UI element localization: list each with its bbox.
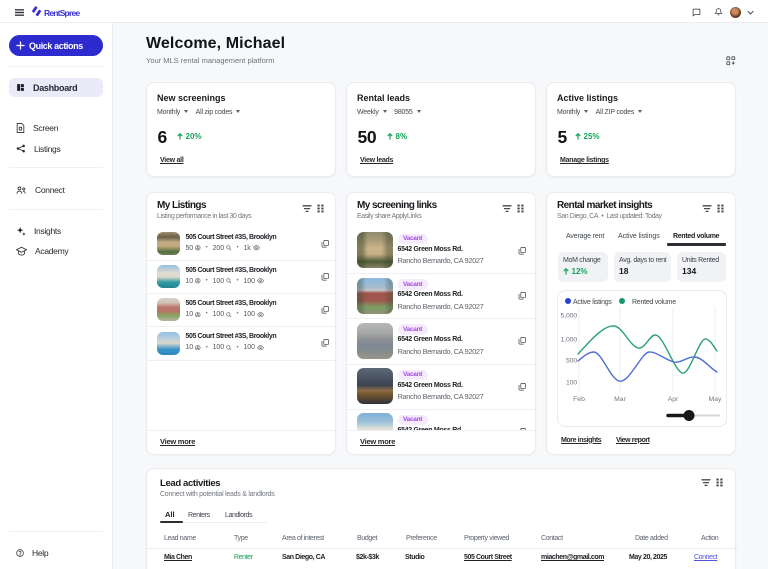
svg-text:Mar: Mar [614,396,626,403]
svg-text:Feb: Feb [573,396,585,403]
svg-text:Active listings: Active listings [573,299,612,306]
svg-text:1,000: 1,000 [560,337,577,344]
svg-text:May: May [709,396,722,403]
svg-text:5,000: 5,000 [560,313,577,320]
svg-text:Apr: Apr [668,396,679,403]
svg-text:500: 500 [566,358,577,365]
svg-text:Rented volume: Rented volume [632,299,676,306]
svg-text:100: 100 [566,380,577,387]
